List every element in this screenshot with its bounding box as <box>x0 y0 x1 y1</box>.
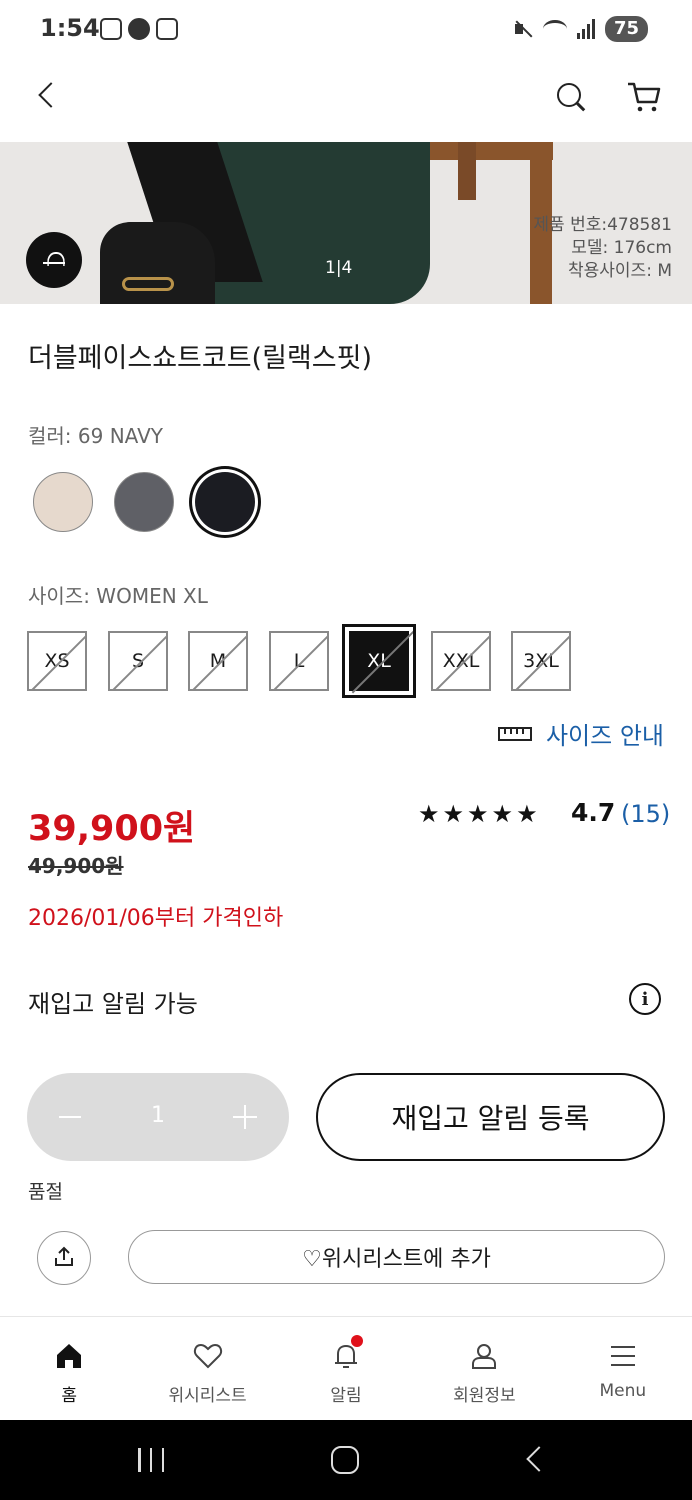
system-home-button[interactable] <box>331 1446 359 1474</box>
restock-alert-button[interactable]: 재입고 알림 등록 <box>316 1073 665 1161</box>
sale-price: 39,900원 <box>28 809 196 849</box>
recent-apps-button[interactable] <box>138 1448 164 1472</box>
bell-icon <box>329 1335 364 1373</box>
share-icon <box>55 1246 73 1266</box>
system-navigation-bar <box>0 1420 692 1500</box>
model-height: 모델: 176cm <box>571 238 672 258</box>
ruler-icon <box>497 726 532 741</box>
instagram-icon <box>156 18 178 40</box>
product-image-carousel[interactable]: 1|4 제품 번호:478581 모델: 176cm 착용사이즈: M <box>0 142 692 304</box>
image-counter: 1|4 <box>325 258 353 278</box>
color-swatch-beige[interactable] <box>33 472 93 532</box>
nav-menu-label: Menu <box>599 1381 647 1401</box>
rating-value: 4.7 <box>571 798 616 827</box>
nav-wishlist[interactable]: 위시리스트 <box>138 1317 276 1420</box>
hamburger-menu-icon <box>610 1346 635 1366</box>
nav-home[interactable]: 홈 <box>0 1317 138 1420</box>
model-info: 제품 번호:478581 모델: 176cm 착용사이즈: M <box>533 214 672 283</box>
system-back-button[interactable] <box>526 1446 552 1472</box>
wifi-icon <box>542 20 567 38</box>
user-icon <box>472 1344 497 1369</box>
size-option-xxl[interactable]: XXL <box>431 631 491 691</box>
nav-wishlist-label: 위시리스트 <box>168 1386 247 1406</box>
plus-icon[interactable] <box>233 1105 257 1129</box>
share-button[interactable] <box>37 1231 91 1285</box>
color-swatch-gray[interactable] <box>114 472 174 532</box>
status-bar: 1:54 75 <box>0 0 692 62</box>
info-icon[interactable]: i <box>629 983 661 1015</box>
product-number: 제품 번호:478581 <box>533 215 672 235</box>
bottom-navigation: 홈 위시리스트 알림 회원정보 Menu <box>0 1316 692 1420</box>
screenshot-icon <box>100 18 122 40</box>
model-size: 착용사이즈: M <box>568 261 672 281</box>
size-option-xs[interactable]: XS <box>27 631 87 691</box>
nav-notifications-label: 알림 <box>330 1386 362 1406</box>
price-cut-notice: 2026/01/06부터 가격인하 <box>28 906 284 931</box>
size-guide-link[interactable]: 사이즈 안내 <box>497 716 664 751</box>
size-option-m[interactable]: M <box>188 631 248 691</box>
mute-icon <box>513 19 533 39</box>
nav-notifications[interactable]: 알림 <box>277 1317 415 1420</box>
rating-stars[interactable]: ★★★★★ <box>418 800 541 828</box>
signal-icon <box>576 19 595 39</box>
size-label: 사이즈: WOMEN XL <box>28 584 208 608</box>
heart-icon <box>193 1343 222 1369</box>
hanger-icon[interactable] <box>26 232 82 288</box>
search-icon[interactable] <box>554 80 588 114</box>
battery-indicator: 75 <box>604 16 648 42</box>
nav-member-info-label: 회원정보 <box>453 1386 516 1406</box>
size-guide-label: 사이즈 안내 <box>545 722 664 750</box>
review-count-link[interactable]: (15) <box>621 800 670 828</box>
cart-icon[interactable] <box>626 80 662 114</box>
app-header <box>0 62 692 142</box>
soldout-label: 품절 <box>28 1181 63 1203</box>
home-icon <box>57 1344 82 1368</box>
nav-home-label: 홈 <box>61 1386 78 1406</box>
quantity-stepper: 1 <box>27 1073 289 1161</box>
size-option-3xl[interactable]: 3XL <box>511 631 571 691</box>
size-option-xl[interactable]: XL <box>342 624 416 698</box>
size-option-s[interactable]: S <box>108 631 168 691</box>
product-name: 더블페이스쇼트코트(릴랙스핏) <box>28 343 372 374</box>
color-label: 컬러: 69 NAVY <box>28 424 163 448</box>
nav-menu[interactable]: Menu <box>554 1317 692 1420</box>
back-button[interactable] <box>34 80 64 110</box>
status-time: 1:54 <box>40 14 100 42</box>
restock-available-text: 재입고 알림 가능 <box>28 990 198 1018</box>
add-to-wishlist-button[interactable]: ♡위시리스트에 추가 <box>128 1230 665 1284</box>
color-swatch-navy[interactable] <box>195 472 255 532</box>
size-option-l[interactable]: L <box>269 631 329 691</box>
original-price: 49,900원 <box>28 854 124 878</box>
nav-member-info[interactable]: 회원정보 <box>415 1317 553 1420</box>
dnd-icon <box>128 18 150 40</box>
status-notification-icons <box>100 18 178 40</box>
notification-badge <box>351 1335 364 1347</box>
